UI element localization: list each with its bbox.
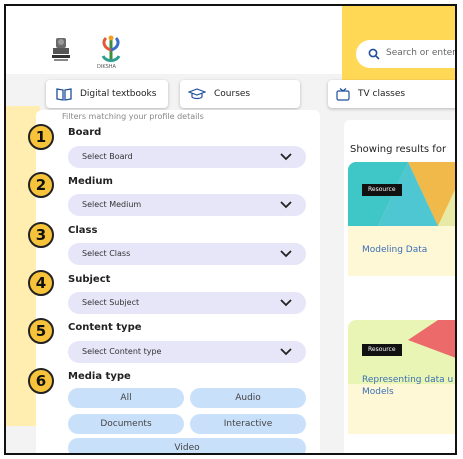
filter-note: Filters matching your profile details: [62, 112, 204, 121]
board-select[interactable]: Select Board: [68, 146, 306, 168]
step-number-6: 6: [28, 368, 54, 394]
content-type-select[interactable]: Select Content type: [68, 341, 306, 363]
filter-label-media-type: Media type: [68, 371, 131, 382]
step-number-2: 2: [28, 172, 54, 198]
resource-badge: Resource: [362, 344, 402, 356]
resource-card[interactable]: Resource Representing data u Models: [348, 320, 455, 453]
search-input[interactable]: Search or enter QR: [356, 40, 456, 68]
chevron-down-icon: [280, 348, 292, 356]
tab-digital-textbooks[interactable]: Digital textbooks: [46, 80, 168, 108]
results-title: Showing results for: [350, 144, 447, 155]
tab-label: TV classes: [358, 89, 406, 99]
search-placeholder: Search or enter QR: [386, 48, 456, 58]
resource-badge: Resource: [362, 184, 402, 196]
tab-label: Courses: [214, 89, 251, 99]
filter-label-medium: Medium: [68, 176, 113, 187]
class-select-value: Select Class: [82, 249, 131, 258]
medium-select-value: Select Medium: [82, 200, 142, 209]
search-icon: [368, 48, 380, 60]
chevron-down-icon: [280, 201, 292, 209]
book-icon: [56, 88, 72, 101]
step-number-5: 5: [28, 318, 54, 344]
graduation-cap-icon: [188, 88, 206, 100]
board-select-value: Select Board: [82, 152, 133, 161]
step-number-3: 3: [28, 222, 54, 248]
tv-icon: [336, 87, 350, 101]
media-chip-video[interactable]: Video: [68, 438, 306, 453]
medium-select[interactable]: Select Medium: [68, 194, 306, 216]
subject-select[interactable]: Select Subject: [68, 292, 306, 314]
media-chip-audio[interactable]: Audio: [190, 388, 306, 408]
subject-select-value: Select Subject: [82, 298, 140, 307]
filter-label-subject: Subject: [68, 274, 111, 285]
card-title[interactable]: Representing data u Models: [362, 374, 455, 398]
filter-label-content-type: Content type: [68, 322, 142, 333]
tab-label: Digital textbooks: [80, 89, 157, 99]
chevron-down-icon: [280, 153, 292, 161]
media-chip-documents[interactable]: Documents: [68, 414, 184, 434]
logo-text: DIKSHA: [97, 64, 116, 70]
tab-courses[interactable]: Courses: [180, 80, 300, 108]
card-title[interactable]: Modeling Data: [362, 244, 455, 256]
step-number-4: 4: [28, 270, 54, 296]
app-window: DIKSHA Search or enter QR Digital textbo…: [4, 4, 457, 455]
resource-card[interactable]: Resource Modeling Data: [348, 162, 455, 302]
filter-label-board: Board: [68, 127, 102, 138]
card-footer: [348, 276, 455, 302]
chevron-down-icon: [280, 299, 292, 307]
card-footer: [348, 434, 455, 453]
step-number-1: 1: [28, 124, 54, 150]
filter-label-class: Class: [68, 225, 98, 236]
chevron-down-icon: [280, 250, 292, 258]
content-type-select-value: Select Content type: [82, 347, 162, 356]
media-chip-all[interactable]: All: [68, 388, 184, 408]
class-select[interactable]: Select Class: [68, 243, 306, 265]
tab-tv-classes[interactable]: TV classes: [328, 80, 455, 108]
diksha-logo-icon: [101, 35, 121, 62]
media-chip-interactive[interactable]: Interactive: [190, 414, 306, 434]
national-emblem-icon: [52, 38, 70, 61]
